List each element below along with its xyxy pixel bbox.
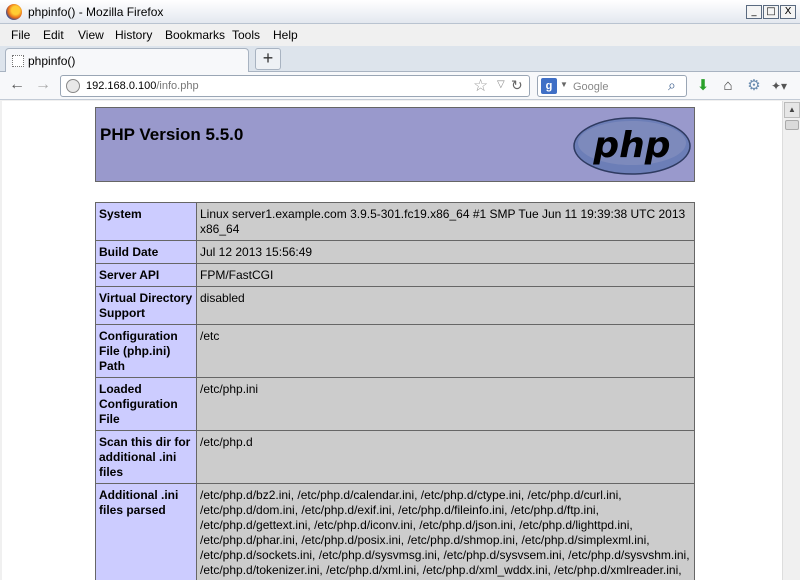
row-key: System (95, 202, 197, 241)
table-row: Build Date Jul 12 2013 15:56:49 (95, 240, 695, 264)
row-key: Server API (95, 263, 197, 287)
vertical-scrollbar[interactable]: ▲ (782, 101, 800, 580)
addon-icon[interactable]: ⚙ (745, 77, 763, 95)
tab-phpinfo[interactable]: phpinfo() (5, 48, 249, 73)
search-placeholder: Google (573, 81, 609, 93)
firefox-icon (6, 4, 22, 20)
menu-history[interactable]: History (115, 28, 152, 42)
search-box[interactable]: g ▼ Google ⌕ (537, 75, 687, 97)
menu-view[interactable]: View (78, 28, 104, 42)
row-value: /etc/php.d/bz2.ini, /etc/php.d/calendar.… (196, 483, 695, 580)
page-content: PHP Version 5.5.0 php System Linux serve… (2, 101, 782, 580)
url-text: 192.168.0.100/info.php (86, 80, 199, 92)
php-logo-icon: php (573, 117, 691, 175)
row-key: Scan this dir for additional .ini files (95, 430, 197, 484)
scroll-up-icon[interactable]: ▲ (784, 102, 800, 118)
row-value: /etc/php.d (196, 430, 695, 484)
row-key: Additional .ini files parsed (95, 483, 197, 580)
engine-dropdown-icon[interactable]: ▼ (560, 80, 568, 89)
row-value: Jul 12 2013 15:56:49 (196, 240, 695, 264)
table-row: Additional .ini files parsed /etc/php.d/… (95, 483, 695, 580)
menu-help[interactable]: Help (273, 28, 298, 42)
menu-tools[interactable]: Tools (232, 28, 260, 42)
menu-bookmarks[interactable]: Bookmarks (165, 28, 225, 42)
reload-icon[interactable]: ↻ (511, 77, 523, 94)
forward-icon[interactable]: → (32, 76, 54, 96)
page-title: PHP Version 5.5.0 (100, 125, 244, 144)
menu-file[interactable]: File (11, 28, 30, 42)
row-key: Loaded Configuration File (95, 377, 197, 431)
menu-icon[interactable]: ✦▾ (770, 77, 788, 95)
search-icon[interactable]: ⌕ (668, 77, 676, 94)
download-icon[interactable]: ⬇ (694, 77, 712, 95)
home-icon[interactable]: ⌂ (719, 77, 737, 95)
menu-bar: File Edit View History Bookmarks Tools H… (0, 24, 800, 46)
page-favicon-icon (12, 55, 24, 67)
row-value: /etc/php.ini (196, 377, 695, 431)
new-tab-button[interactable]: + (255, 48, 281, 70)
tab-strip: phpinfo() + (0, 46, 800, 73)
table-row: Configuration File (php.ini) Path /etc (95, 324, 695, 378)
bookmark-star-icon[interactable]: ☆ (473, 76, 488, 96)
table-row: Server API FPM/FastCGI (95, 263, 695, 287)
scrollbar-thumb[interactable] (785, 120, 799, 130)
url-host: 192.168.0.100 (86, 80, 157, 92)
tab-label: phpinfo() (28, 54, 76, 68)
window-title: phpinfo() - Mozilla Firefox (28, 5, 164, 19)
maximize-button[interactable]: □ (763, 5, 779, 19)
close-button[interactable]: X (780, 5, 796, 19)
globe-icon (66, 79, 80, 93)
url-bar[interactable]: 192.168.0.100/info.php ☆ ▽ ↻ (60, 75, 530, 97)
row-value: Linux server1.example.com 3.9.5-301.fc19… (196, 202, 695, 241)
menu-edit[interactable]: Edit (43, 28, 64, 42)
history-dropdown-icon[interactable]: ▽ (497, 79, 505, 90)
minimize-button[interactable]: _ (746, 5, 762, 19)
php-info-table: System Linux server1.example.com 3.9.5-3… (95, 202, 695, 580)
url-path: /info.php (156, 80, 199, 92)
table-row: System Linux server1.example.com 3.9.5-3… (95, 202, 695, 241)
logo-text: php (592, 125, 670, 166)
row-value: FPM/FastCGI (196, 263, 695, 287)
row-key: Configuration File (php.ini) Path (95, 324, 197, 378)
google-engine-icon[interactable]: g (541, 78, 557, 94)
row-key: Build Date (95, 240, 197, 264)
php-version-header: PHP Version 5.5.0 php (95, 107, 695, 182)
row-value: disabled (196, 286, 695, 325)
row-key: Virtual Directory Support (95, 286, 197, 325)
navigation-bar: ← → 192.168.0.100/info.php ☆ ▽ ↻ g ▼ Goo… (0, 72, 800, 100)
row-value: /etc (196, 324, 695, 378)
title-bar: phpinfo() - Mozilla Firefox _ □ X (0, 0, 800, 24)
table-row: Virtual Directory Support disabled (95, 286, 695, 325)
back-icon[interactable]: ← (6, 76, 28, 96)
table-row: Scan this dir for additional .ini files … (95, 430, 695, 484)
table-row: Loaded Configuration File /etc/php.ini (95, 377, 695, 431)
